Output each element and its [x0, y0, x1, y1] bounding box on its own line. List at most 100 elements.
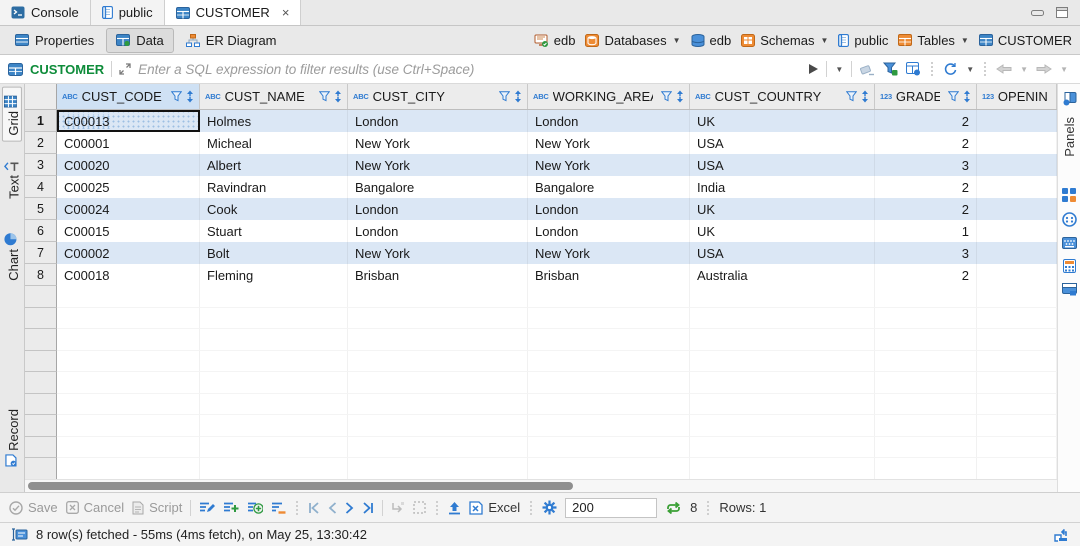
row-number[interactable]: 5 — [25, 198, 57, 220]
presentation-tab-record[interactable]: Record — [2, 403, 22, 476]
row-number[interactable]: 7 — [25, 242, 57, 264]
tab-data[interactable]: Data — [106, 28, 173, 53]
value-viewer-panel-icon[interactable] — [1062, 237, 1077, 249]
cell-cust_name[interactable]: Stuart — [200, 220, 348, 242]
editor-tab-public[interactable]: public — [91, 0, 165, 25]
column-sort-icon[interactable] — [963, 90, 971, 103]
column-header-grade[interactable]: 123GRADE — [875, 84, 977, 109]
cell-cust_country[interactable]: India — [690, 176, 875, 198]
row-number[interactable]: 6 — [25, 220, 57, 242]
cell-cust_city[interactable]: London — [348, 198, 528, 220]
presentation-tab-grid[interactable]: Grid — [2, 87, 22, 142]
cell-openin[interactable] — [977, 264, 1057, 286]
row-number[interactable]: 1 — [25, 110, 57, 132]
column-sort-icon[interactable] — [186, 90, 194, 103]
cell-cust_code[interactable]: C00015 — [57, 220, 200, 242]
cell-cust_city[interactable]: New York — [348, 242, 528, 264]
close-icon[interactable]: × — [282, 5, 290, 20]
edit-row-icon[interactable] — [199, 501, 215, 514]
cell-working_area[interactable]: New York — [528, 132, 690, 154]
tab-er-diagram[interactable]: ER Diagram — [176, 28, 287, 53]
editor-tab--edb-console[interactable]: Console — [0, 0, 91, 25]
save-filter-icon[interactable] — [883, 62, 898, 76]
cell-grade[interactable]: 2 — [875, 176, 977, 198]
cell-working_area[interactable]: London — [528, 110, 690, 132]
column-filter-icon[interactable] — [319, 91, 330, 102]
cell-cust_city[interactable]: New York — [348, 154, 528, 176]
cell-cust_code[interactable]: C00001 — [57, 132, 200, 154]
cell-cust_country[interactable]: UK — [690, 198, 875, 220]
cell-cust_code[interactable]: C00013 — [57, 110, 200, 132]
column-sort-icon[interactable] — [514, 90, 522, 103]
cell-grade[interactable]: 1 — [875, 220, 977, 242]
last-row-icon[interactable] — [362, 502, 374, 514]
cell-cust_code[interactable]: C00018 — [57, 264, 200, 286]
active-table-name[interactable]: CUSTOMER — [30, 62, 104, 77]
layout-toggle-icon[interactable] — [1054, 528, 1068, 542]
refresh-dropdown-icon[interactable]: ▼ — [966, 65, 974, 74]
cell-cust_country[interactable]: USA — [690, 132, 875, 154]
cell-grade[interactable]: 2 — [875, 264, 977, 286]
cell-working_area[interactable]: New York — [528, 154, 690, 176]
cell-openin[interactable] — [977, 198, 1057, 220]
minimize-icon[interactable] — [1031, 9, 1044, 17]
cell-cust_city[interactable]: London — [348, 220, 528, 242]
column-filter-icon[interactable] — [948, 91, 959, 102]
next-result-icon[interactable] — [1036, 64, 1052, 74]
breadcrumb-item-databases[interactable]: Databases▼ — [585, 33, 680, 48]
duplicate-row-icon[interactable] — [247, 501, 263, 514]
export-icon[interactable] — [448, 501, 461, 515]
settings-gear-icon[interactable] — [542, 500, 557, 515]
fetch-size-input[interactable] — [565, 498, 657, 518]
select-rows-icon[interactable] — [413, 501, 426, 514]
editor-tab-customer[interactable]: CUSTOMER× — [165, 0, 302, 25]
cell-grade[interactable]: 3 — [875, 154, 977, 176]
cell-openin[interactable] — [977, 154, 1057, 176]
cell-cust_country[interactable]: USA — [690, 154, 875, 176]
horizontal-scrollbar[interactable] — [25, 479, 1057, 492]
maximize-icon[interactable] — [1056, 7, 1068, 18]
column-filter-icon[interactable] — [499, 91, 510, 102]
breadcrumb-item-tables[interactable]: Tables▼ — [898, 33, 969, 48]
column-header-cust_country[interactable]: ABCCUST_COUNTRY — [690, 84, 875, 109]
cell-working_area[interactable]: Brisban — [528, 264, 690, 286]
excel-button[interactable]: Excel — [469, 500, 520, 515]
refresh-icon[interactable] — [943, 62, 958, 76]
cell-cust_country[interactable]: UK — [690, 220, 875, 242]
cell-cust_country[interactable]: Australia — [690, 264, 875, 286]
cell-cust_name[interactable]: Holmes — [200, 110, 348, 132]
cell-cust_name[interactable]: Fleming — [200, 264, 348, 286]
breadcrumb-item-edb[interactable]: edb — [534, 33, 576, 48]
calc-panel-icon[interactable] — [1063, 259, 1076, 273]
cell-working_area[interactable]: London — [528, 220, 690, 242]
chevron-down-icon[interactable]: ▼ — [673, 36, 681, 45]
references-panel-icon[interactable] — [1062, 212, 1077, 227]
goto-row-icon[interactable] — [391, 501, 405, 514]
cell-working_area[interactable]: New York — [528, 242, 690, 264]
cell-grade[interactable]: 2 — [875, 110, 977, 132]
column-header-cust_city[interactable]: ABCCUST_CITY — [348, 84, 528, 109]
cell-cust_name[interactable]: Albert — [200, 154, 348, 176]
cell-cust_city[interactable]: Bangalore — [348, 176, 528, 198]
previous-row-icon[interactable] — [328, 502, 337, 514]
cell-openin[interactable] — [977, 132, 1057, 154]
execute-icon[interactable] — [809, 64, 818, 74]
column-header-working_area[interactable]: ABCWORKING_AREA — [528, 84, 690, 109]
scrollbar-thumb[interactable] — [28, 482, 573, 490]
column-filter-icon[interactable] — [846, 91, 857, 102]
cell-working_area[interactable]: Bangalore — [528, 176, 690, 198]
previous-result-icon[interactable] — [996, 64, 1012, 74]
cell-cust_country[interactable]: UK — [690, 110, 875, 132]
cell-cust_name[interactable]: Bolt — [200, 242, 348, 264]
column-sort-icon[interactable] — [861, 90, 869, 103]
cell-cust_name[interactable]: Cook — [200, 198, 348, 220]
cell-grade[interactable]: 2 — [875, 198, 977, 220]
chevron-down-icon[interactable]: ▼ — [961, 36, 969, 45]
cell-cust_country[interactable]: USA — [690, 242, 875, 264]
refresh-loop-icon[interactable] — [665, 502, 682, 514]
cell-cust_code[interactable]: C00025 — [57, 176, 200, 198]
presentation-tab-text[interactable]: Text — [1, 152, 22, 205]
erase-filter-icon[interactable] — [860, 63, 875, 76]
cell-cust_city[interactable]: London — [348, 110, 528, 132]
grid-config-icon[interactable] — [906, 62, 921, 76]
